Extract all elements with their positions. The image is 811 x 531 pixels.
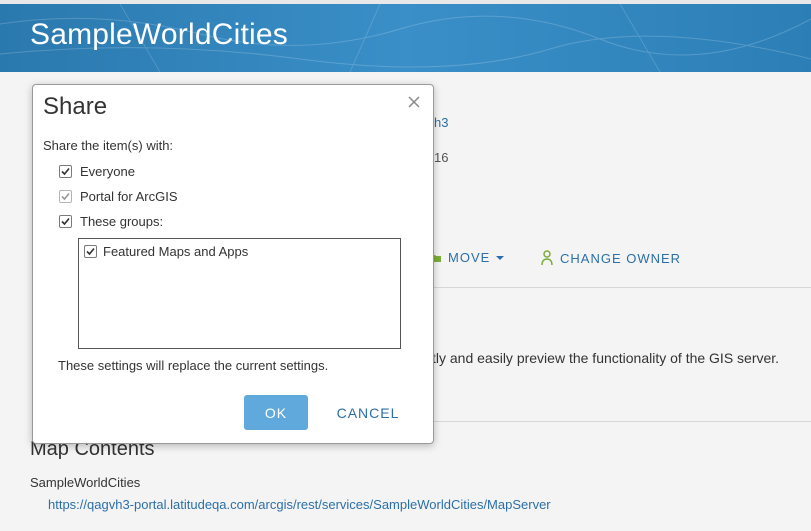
checkmark-icon	[61, 167, 70, 176]
move-label: MOVE	[448, 250, 491, 265]
item-description: tly and easily preview the functionality…	[432, 350, 780, 366]
owner-link[interactable]: h3	[434, 115, 448, 130]
everyone-checkbox[interactable]	[59, 165, 72, 178]
toolbar-divider	[432, 287, 811, 288]
portal-checkbox	[59, 190, 72, 203]
checkmark-icon	[86, 247, 95, 256]
chevron-down-icon	[496, 255, 505, 260]
ok-button[interactable]: OK	[244, 395, 308, 430]
change-owner-button[interactable]: CHANGE OWNER	[540, 250, 681, 266]
share-dialog: Share Share the item(s) with: Everyone P…	[32, 84, 434, 444]
close-button[interactable]	[407, 95, 423, 111]
group-label: Featured Maps and Apps	[103, 244, 249, 259]
these-groups-option[interactable]: These groups:	[59, 214, 163, 229]
everyone-label: Everyone	[80, 164, 135, 179]
layer-url-link[interactable]: https://qagvh3-portal.latitudeqa.com/arc…	[48, 497, 551, 512]
item-banner: SampleWorldCities	[0, 4, 811, 72]
everyone-option[interactable]: Everyone	[59, 164, 135, 179]
group-checkbox[interactable]	[84, 245, 97, 258]
portal-label: Portal for ArcGIS	[80, 189, 178, 204]
close-icon	[408, 96, 420, 108]
cancel-button[interactable]: CANCEL	[329, 395, 407, 430]
move-button[interactable]: MOVE	[430, 250, 505, 265]
layer-name: SampleWorldCities	[30, 475, 141, 490]
user-icon	[541, 250, 553, 266]
groups-list[interactable]: Featured Maps and Apps	[78, 238, 401, 349]
change-owner-label: CHANGE OWNER	[560, 250, 682, 266]
dialog-title: Share	[43, 93, 108, 120]
group-item-featured-maps[interactable]: Featured Maps and Apps	[84, 244, 248, 259]
these-groups-label: These groups:	[80, 214, 164, 229]
description-divider	[432, 421, 811, 422]
these-groups-checkbox[interactable]	[59, 215, 72, 228]
portal-option: Portal for ArcGIS	[59, 189, 178, 204]
date-text: 16	[434, 150, 449, 165]
item-title: SampleWorldCities	[30, 18, 288, 51]
replace-settings-note: These settings will replace the current …	[58, 358, 329, 373]
checkmark-icon	[61, 217, 70, 226]
share-with-label: Share the item(s) with:	[43, 138, 174, 153]
checkmark-icon	[61, 192, 70, 201]
